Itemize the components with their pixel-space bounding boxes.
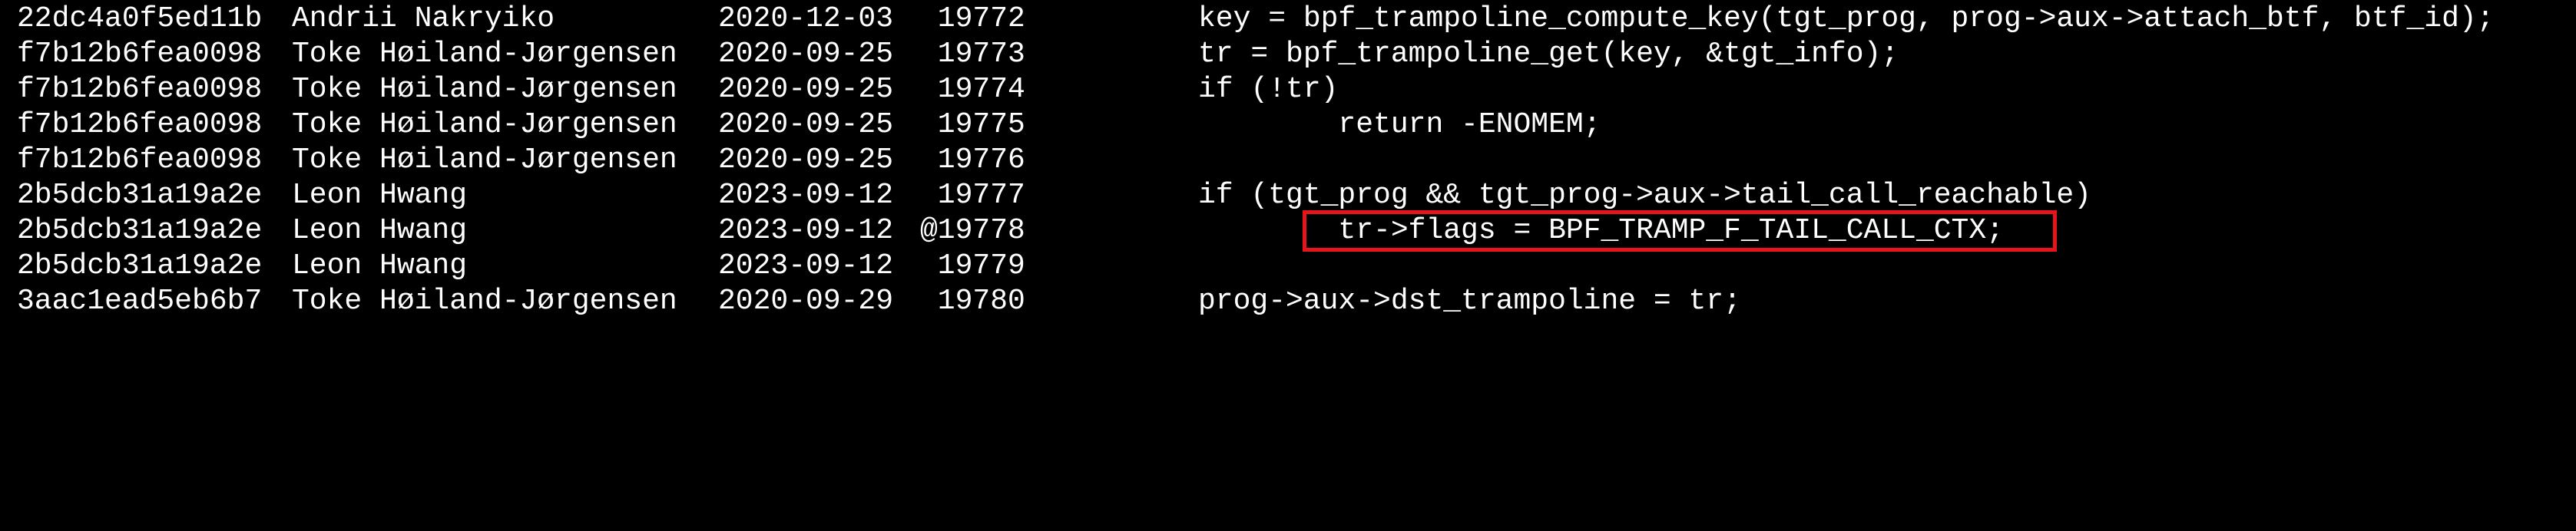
- terminal-window: 22dc4a0f5ed11b Andrii Nakryiko 2020-12-0…: [0, 0, 2576, 325]
- commit-hash: 2b5dcb31a19a2e: [17, 179, 263, 212]
- highlight-annotation-box: [1303, 210, 2057, 252]
- blame-line-19780: 3aac1ead5eb6b7 Toke Høiland-Jørgensen 20…: [0, 284, 2576, 319]
- commit-date: 2020-09-25: [718, 73, 894, 106]
- commit-author: Leon Hwang: [292, 214, 468, 247]
- commit-author: Toke Høiland-Jørgensen: [292, 285, 677, 318]
- commit-date: 2023-09-12: [718, 214, 894, 247]
- line-number-cursor: @19778: [920, 214, 1025, 247]
- source-code: prog->aux->dst_trampoline = tr;: [1198, 285, 1741, 318]
- line-number: 19773: [920, 38, 1025, 71]
- blame-line-19775: f7b12b6fea0098 Toke Høiland-Jørgensen 20…: [0, 107, 2576, 143]
- commit-author: Toke Høiland-Jørgensen: [292, 38, 677, 71]
- commit-author: Toke Høiland-Jørgensen: [292, 73, 677, 106]
- commit-hash: 3aac1ead5eb6b7: [17, 285, 263, 318]
- commit-hash: 22dc4a0f5ed11b: [17, 2, 263, 35]
- source-code: key = bpf_trampoline_compute_key(tgt_pro…: [1198, 2, 2495, 35]
- source-code: if (tgt_prog && tgt_prog->aux->tail_call…: [1198, 179, 2091, 212]
- commit-hash: f7b12b6fea0098: [17, 108, 263, 141]
- blame-line-19774: f7b12b6fea0098 Toke Høiland-Jørgensen 20…: [0, 72, 2576, 107]
- commit-author: Leon Hwang: [292, 249, 468, 282]
- commit-date: 2020-09-29: [718, 285, 894, 318]
- line-number: 19772: [920, 2, 1025, 35]
- line-number: 19776: [920, 143, 1025, 176]
- commit-hash: 2b5dcb31a19a2e: [17, 249, 263, 282]
- commit-author: Andrii Nakryiko: [292, 2, 555, 35]
- commit-author: Toke Høiland-Jørgensen: [292, 143, 677, 176]
- line-number: 19777: [920, 179, 1025, 212]
- source-code: return -ENOMEM;: [1198, 108, 1601, 141]
- blame-line-19773: f7b12b6fea0098 Toke Høiland-Jørgensen 20…: [0, 37, 2576, 72]
- commit-date: 2020-09-25: [718, 143, 894, 176]
- commit-hash: 2b5dcb31a19a2e: [17, 214, 263, 247]
- commit-date: 2023-09-12: [718, 249, 894, 282]
- blame-line-19772: 22dc4a0f5ed11b Andrii Nakryiko 2020-12-0…: [0, 2, 2576, 37]
- line-number: 19780: [920, 285, 1025, 318]
- blame-line-19776: f7b12b6fea0098 Toke Høiland-Jørgensen 20…: [0, 143, 2576, 178]
- commit-hash: f7b12b6fea0098: [17, 143, 263, 176]
- commit-date: 2020-09-25: [718, 38, 894, 71]
- line-number: 19774: [920, 73, 1025, 106]
- blame-line-19777: 2b5dcb31a19a2e Leon Hwang 2023-09-12 197…: [0, 178, 2576, 213]
- commit-author: Toke Høiland-Jørgensen: [292, 108, 677, 141]
- source-code: tr = bpf_trampoline_get(key, &tgt_info);: [1198, 38, 1899, 71]
- commit-date: 2020-12-03: [718, 2, 894, 35]
- commit-hash: f7b12b6fea0098: [17, 73, 263, 106]
- commit-date: 2023-09-12: [718, 179, 894, 212]
- source-code: if (!tr): [1198, 73, 1339, 106]
- commit-date: 2020-09-25: [718, 108, 894, 141]
- line-number: 19775: [920, 108, 1025, 141]
- commit-author: Leon Hwang: [292, 179, 468, 212]
- commit-hash: f7b12b6fea0098: [17, 38, 263, 71]
- blame-line-19778: 2b5dcb31a19a2e Leon Hwang 2023-09-12 @19…: [0, 213, 2576, 249]
- line-number: 19779: [920, 249, 1025, 282]
- blame-line-19779: 2b5dcb31a19a2e Leon Hwang 2023-09-12 197…: [0, 249, 2576, 284]
